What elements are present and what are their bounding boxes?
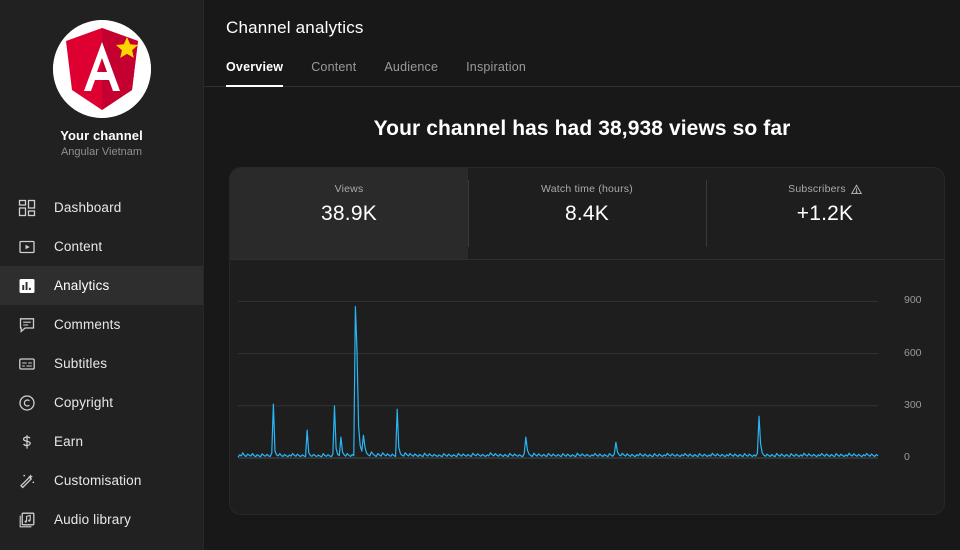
audio-library-icon bbox=[16, 509, 38, 531]
y-axis-tick-label: 900 bbox=[904, 294, 922, 307]
sidebar-item-label: Comments bbox=[54, 317, 121, 332]
views-chart-svg bbox=[237, 300, 879, 459]
sidebar-item-customisation[interactable]: Customisation bbox=[0, 461, 203, 500]
metric-label-text: Subscribers bbox=[788, 183, 846, 195]
sidebar-item-analytics[interactable]: Analytics bbox=[0, 266, 203, 305]
page-title: Channel analytics bbox=[226, 18, 364, 37]
metric-label: Views bbox=[230, 183, 468, 195]
metric-value: 8.4K bbox=[565, 202, 609, 225]
angular-vietnam-logo-icon bbox=[52, 20, 151, 118]
sidebar-item-dashboard[interactable]: Dashboard bbox=[0, 188, 203, 227]
metric-label: Watch time (hours) bbox=[468, 183, 706, 195]
sidebar-item-label: Subtitles bbox=[54, 356, 108, 371]
views-chart[interactable]: 0 300 600 900 bbox=[230, 270, 944, 470]
metric-value: +1.2K bbox=[796, 202, 854, 225]
sidebar-item-label: Earn bbox=[54, 434, 84, 449]
metric-value: 38.9K bbox=[321, 202, 377, 225]
sidebar-item-label: Analytics bbox=[54, 278, 110, 293]
channel-subtitle: Angular Vietnam bbox=[60, 146, 143, 158]
y-axis-tick-label: 0 bbox=[904, 451, 910, 463]
metric-card-watch-time[interactable]: Watch time (hours) 8.4K bbox=[468, 168, 706, 260]
channel-block: Your channel Angular Vietnam bbox=[0, 14, 203, 166]
metric-label-text: Watch time (hours) bbox=[541, 183, 633, 195]
metric-card-views[interactable]: Views 38.9K bbox=[230, 168, 468, 260]
sidebar-item-label: Copyright bbox=[54, 395, 114, 410]
sidebar-item-earn[interactable]: Earn bbox=[0, 422, 203, 461]
content-icon bbox=[16, 236, 38, 258]
sidebar-item-subtitles[interactable]: Subtitles bbox=[0, 344, 203, 383]
sidebar-item-label: Customisation bbox=[54, 473, 142, 488]
tab-overview[interactable]: Overview bbox=[226, 60, 284, 87]
subtitles-icon bbox=[16, 353, 38, 375]
tab-content[interactable]: Content bbox=[311, 60, 356, 86]
tab-inspiration[interactable]: Inspiration bbox=[466, 60, 526, 86]
y-axis-tick-label: 600 bbox=[904, 346, 922, 359]
overview-card: Views 38.9K Watch time (hours) 8.4K Subs… bbox=[229, 167, 945, 515]
copyright-icon bbox=[16, 392, 38, 414]
chart-y-axis: 0 300 600 900 bbox=[884, 270, 930, 470]
sidebar-item-comments[interactable]: Comments bbox=[0, 305, 203, 344]
sidebar-item-copyright[interactable]: Copyright bbox=[0, 383, 203, 422]
metrics-row: Views 38.9K Watch time (hours) 8.4K Subs… bbox=[230, 168, 944, 260]
y-axis-tick-label: 300 bbox=[904, 398, 922, 411]
tabs-bar: Overview Content Audience Inspiration bbox=[204, 38, 960, 87]
youtube-studio-analytics-page: Your channel Angular Vietnam Dashboard C… bbox=[0, 0, 960, 550]
sidebar-item-content[interactable]: Content bbox=[0, 227, 203, 266]
metric-card-subscribers[interactable]: Subscribers +1.2K bbox=[706, 168, 944, 260]
channel-name: Your channel bbox=[60, 128, 143, 143]
sidebar-item-label: Content bbox=[54, 239, 103, 254]
customisation-icon bbox=[16, 470, 38, 492]
analytics-icon bbox=[16, 275, 38, 297]
metric-label: Subscribers bbox=[706, 183, 944, 195]
dashboard-icon bbox=[16, 197, 38, 219]
tab-audience[interactable]: Audience bbox=[384, 60, 438, 86]
earn-icon bbox=[16, 431, 38, 453]
sidebar: Your channel Angular Vietnam Dashboard C… bbox=[0, 0, 204, 550]
metric-label-text: Views bbox=[334, 183, 364, 195]
headline: Your channel has had 38,938 views so far bbox=[373, 117, 791, 140]
main-content: Channel analytics Overview Content Audie… bbox=[204, 0, 960, 550]
sidebar-item-audio-library[interactable]: Audio library bbox=[0, 500, 203, 539]
warning-triangle-icon[interactable] bbox=[850, 183, 862, 195]
comments-icon bbox=[16, 314, 38, 336]
sidebar-item-label: Dashboard bbox=[54, 200, 122, 215]
sidebar-nav: Dashboard Content Analytics Comments Sub… bbox=[0, 188, 203, 539]
sidebar-item-label: Audio library bbox=[54, 512, 131, 527]
avatar[interactable] bbox=[52, 20, 151, 118]
